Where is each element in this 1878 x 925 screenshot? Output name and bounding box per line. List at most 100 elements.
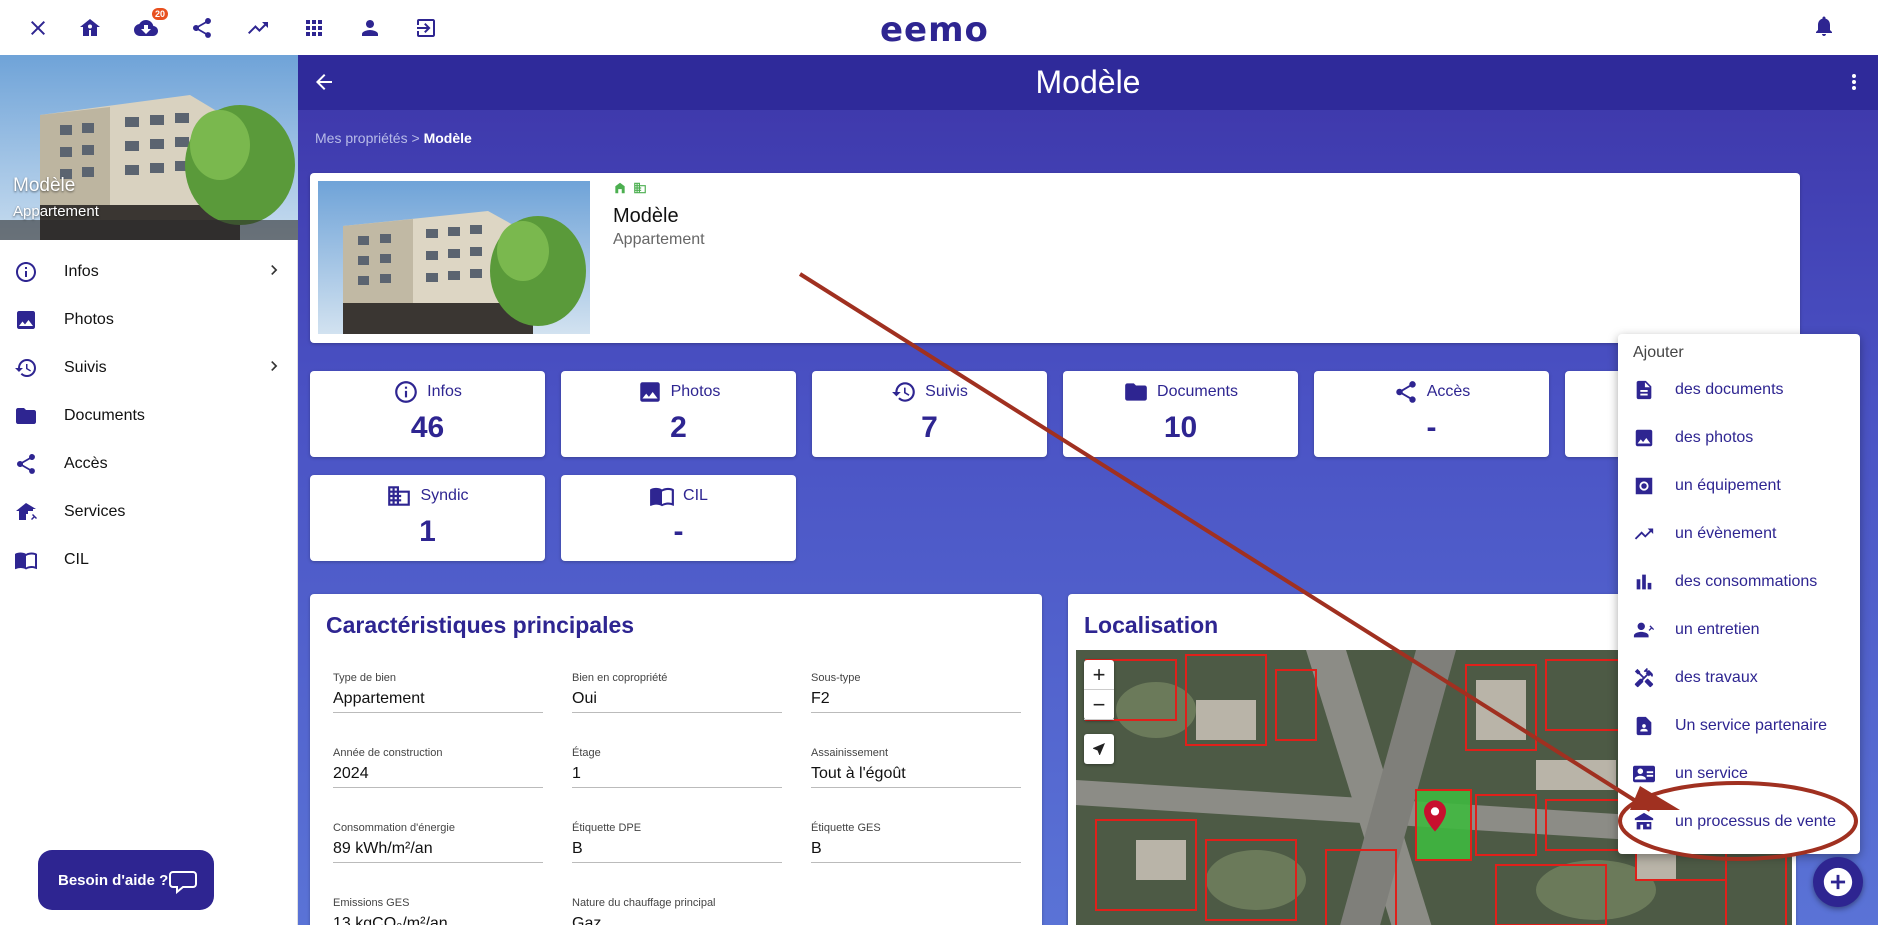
share-icon[interactable] (186, 12, 218, 44)
field-type-de-bien[interactable]: Type de bien Appartement (333, 672, 543, 713)
sidebar-item-services[interactable]: Services (0, 488, 298, 536)
field-sous-type[interactable]: Sous-type F2 (811, 672, 1021, 713)
field-chauffage[interactable]: Nature du chauffage principal Gaz (572, 897, 782, 925)
image-icon (639, 382, 660, 402)
sidebar-item-documents[interactable]: Documents (0, 392, 298, 440)
trending-icon[interactable] (242, 12, 274, 44)
zoom-out-button[interactable]: − (1084, 690, 1114, 720)
building-icon (634, 182, 646, 194)
field-emissions-ges[interactable]: Emissions GES 13 kgCO₂/m²/an (333, 897, 543, 925)
field-value: 13 kgCO₂/m²/an (333, 915, 543, 925)
menu-item-label: un service (1675, 765, 1748, 782)
stat-value: - (1426, 411, 1437, 444)
eemo-logo[interactable]: eemo (880, 10, 989, 50)
field-value: B (572, 840, 782, 863)
field-label: Nature du chauffage principal (572, 897, 716, 909)
info-icon (14, 260, 38, 284)
sidebar-item-label: Services (64, 503, 126, 520)
add-sale-process-item[interactable]: un processus de vente (1618, 802, 1860, 842)
field-label: Assainissement (811, 747, 889, 759)
field-dpe[interactable]: Étiquette DPE B (572, 822, 782, 863)
stat-label: Photos (670, 383, 721, 400)
field-value: Tout à l'égoût (811, 765, 1021, 788)
stat-card-suivis[interactable]: Suivis 7 (812, 371, 1047, 457)
stat-value: - (673, 515, 684, 548)
add-menu-header: Ajouter (1633, 344, 1684, 361)
share-icon (1395, 381, 1416, 403)
sidebar-item-label: CIL (64, 551, 89, 568)
add-partner-service-item[interactable]: Un service partenaire (1618, 706, 1860, 746)
logout-icon[interactable] (410, 12, 442, 44)
add-equipment-item[interactable]: un équipement (1618, 466, 1860, 506)
property-tags (613, 181, 647, 195)
help-button[interactable]: Besoin d'aide ? (38, 850, 214, 910)
locate-icon[interactable] (1084, 734, 1114, 764)
apps-icon[interactable] (298, 12, 330, 44)
cloud-download-icon[interactable]: 20 (130, 8, 168, 44)
stat-card-acces[interactable]: Accès - (1314, 371, 1549, 457)
stat-card-photos[interactable]: Photos 2 (561, 371, 796, 457)
sidebar-item-suivis[interactable]: Suivis (0, 344, 298, 392)
chevron-right-icon (264, 356, 284, 376)
stat-value: 2 (670, 411, 687, 444)
building-icon (388, 486, 411, 506)
sidebar-item-infos[interactable]: Infos (0, 248, 298, 296)
stat-label: Infos (427, 383, 462, 400)
breadcrumb-current: Modèle (423, 130, 472, 146)
stat-label: Documents (1157, 383, 1238, 400)
field-consommation[interactable]: Consommation d'énergie 89 kWh/m²/an (333, 822, 543, 863)
field-copropriete[interactable]: Bien en copropriété Oui (572, 672, 782, 713)
sidebar-item-cil[interactable]: CIL (0, 536, 298, 584)
add-event-item[interactable]: un évènement (1618, 514, 1860, 554)
characteristics-title: Caractéristiques principales (326, 612, 635, 638)
sidebar-item-label: Accès (64, 455, 108, 472)
folder-icon (14, 404, 38, 428)
stat-value: 1 (419, 515, 436, 548)
sidebar-item-photos[interactable]: Photos (0, 296, 298, 344)
folder-icon (1125, 383, 1147, 401)
map-pin-icon[interactable] (1424, 800, 1446, 832)
tools-icon (1633, 667, 1655, 689)
more-vert-icon[interactable] (1842, 70, 1866, 94)
characteristics-card: Caractéristiques principales Type de bie… (310, 594, 1042, 925)
field-value: Oui (572, 690, 782, 713)
add-works-item[interactable]: des travaux (1618, 658, 1860, 698)
field-label: Consommation d'énergie (333, 822, 455, 834)
top-bar: 20 eemo (0, 0, 1878, 55)
add-service-item[interactable]: un service (1618, 754, 1860, 794)
menu-item-label: des photos (1675, 429, 1754, 446)
close-icon[interactable] (22, 12, 54, 44)
home-user-icon[interactable] (74, 12, 106, 44)
field-value: Appartement (333, 690, 543, 713)
field-ges[interactable]: Étiquette GES B (811, 822, 1021, 863)
add-fab-button[interactable] (1813, 857, 1863, 907)
field-value: Gaz (572, 915, 782, 925)
stat-card-infos[interactable]: Infos 46 (310, 371, 545, 457)
trending-icon (1633, 523, 1655, 545)
property-photo[interactable] (318, 181, 590, 334)
sidebar-item-acces[interactable]: Accès (0, 440, 298, 488)
person-icon[interactable] (354, 12, 386, 44)
field-label: Année de construction (333, 747, 443, 759)
zoom-in-button[interactable]: + (1084, 660, 1114, 690)
field-assainissement[interactable]: Assainissement Tout à l'égoût (811, 747, 1021, 788)
page-header: Modèle (298, 55, 1878, 110)
stat-label: Syndic (420, 487, 469, 504)
breadcrumb: Mes propriétés > Modèle (315, 130, 472, 146)
stat-label: Accès (1426, 383, 1471, 400)
stat-card-syndic[interactable]: Syndic 1 (310, 475, 545, 561)
bell-icon[interactable] (1812, 14, 1836, 43)
map-zoom-controls: + − (1084, 660, 1114, 720)
add-circle-icon (1823, 867, 1853, 897)
add-documents-item[interactable]: des documents (1618, 370, 1860, 410)
add-maintenance-item[interactable]: un entretien (1618, 610, 1860, 650)
field-label: Type de bien (333, 672, 396, 684)
field-annee-construction[interactable]: Année de construction 2024 (333, 747, 543, 788)
stat-card-documents[interactable]: Documents 10 (1063, 371, 1298, 457)
add-photos-item[interactable]: des photos (1618, 418, 1860, 458)
field-etage[interactable]: Étage 1 (572, 747, 782, 788)
service-card-icon (1633, 763, 1655, 785)
add-consumption-item[interactable]: des consommations (1618, 562, 1860, 602)
stat-card-cil[interactable]: CIL - (561, 475, 796, 561)
breadcrumb-parent[interactable]: Mes propriétés (315, 130, 408, 146)
